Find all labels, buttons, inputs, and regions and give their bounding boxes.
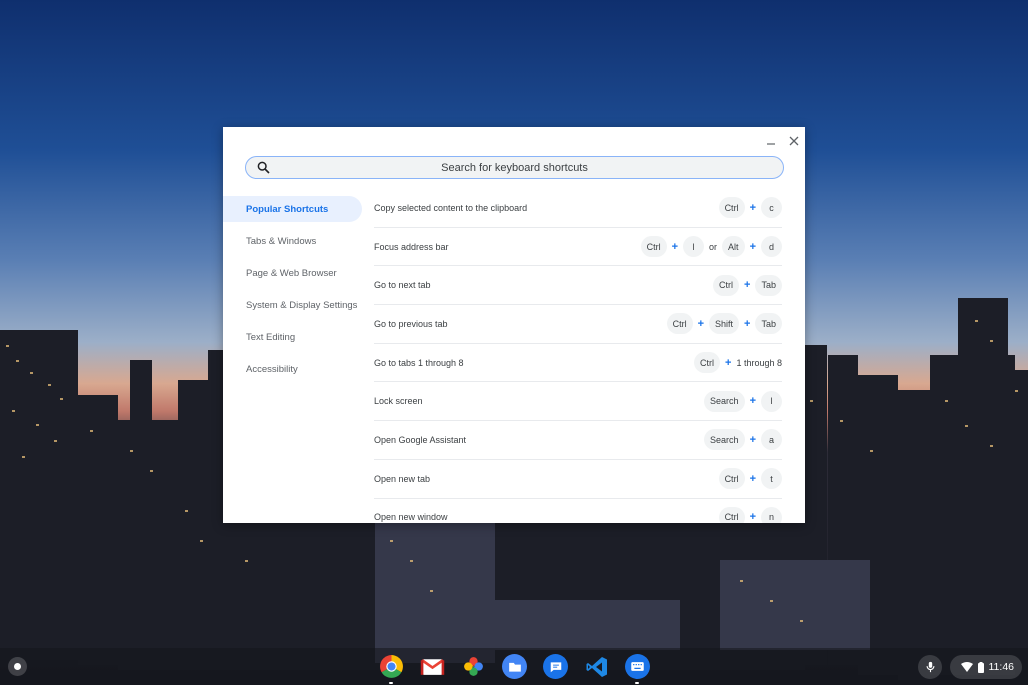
keyboard-shortcuts-dialog: Search for keyboard shortcuts Popular Sh…	[223, 127, 805, 523]
shortcut-row[interactable]: Lock screen Search + l	[374, 382, 782, 422]
sidebar-item-page-web-browser[interactable]: Page & Web Browser	[223, 260, 362, 286]
shortcut-keys: Ctrl + Shift + Tab	[666, 313, 782, 335]
sidebar-item-accessibility[interactable]: Accessibility	[223, 356, 362, 382]
shortcut-keys: Search + a	[704, 429, 782, 451]
key-chip: Shift	[709, 313, 740, 335]
plus-sign: +	[697, 317, 705, 330]
microphone-button[interactable]	[918, 655, 942, 679]
plus-sign: +	[749, 395, 756, 408]
shortcut-row[interactable]: Open new tab Ctrl + t	[374, 460, 782, 499]
shortcut-description: Open new window	[374, 512, 448, 523]
status-area[interactable]: 11:46	[950, 655, 1022, 679]
key-chip: Ctrl	[694, 352, 721, 374]
shortcut-description: Go to previous tab	[374, 318, 448, 329]
minimize-icon[interactable]	[761, 131, 781, 151]
search-icon	[257, 161, 270, 174]
category-sidebar: Popular Shortcuts Tabs & Windows Page & …	[223, 196, 362, 388]
plus-sign: +	[671, 240, 679, 253]
key-chip: Ctrl	[713, 274, 740, 296]
launcher-button[interactable]	[8, 657, 27, 676]
sidebar-item-text-editing[interactable]: Text Editing	[223, 324, 362, 350]
shortcut-description: Copy selected content to the clipboard	[374, 202, 528, 213]
key-chip: c	[761, 197, 782, 219]
shortcut-keys: Ctrl + 1 through 8	[694, 352, 782, 374]
sidebar-item-system-display-settings[interactable]: System & Display Settings	[223, 292, 362, 318]
close-icon[interactable]	[784, 131, 804, 151]
key-chip: Ctrl	[640, 236, 667, 258]
plus-sign: +	[725, 356, 732, 369]
photos-icon[interactable]	[461, 654, 486, 679]
gmail-icon[interactable]	[420, 654, 445, 679]
key-chip: Tab	[755, 274, 782, 296]
sidebar-item-popular-shortcuts[interactable]: Popular Shortcuts	[223, 196, 362, 222]
shortcut-description: Open new tab	[374, 473, 431, 484]
key-chip: d	[761, 236, 782, 258]
shortcut-row[interactable]: Open Google Assistant Search + a	[374, 421, 782, 460]
key-range-text: 1 through 8	[736, 357, 782, 368]
launcher-icon	[14, 663, 21, 670]
shelf: 11:46	[0, 648, 1028, 685]
shortcut-description: Lock screen	[374, 396, 423, 407]
shortcut-description: Focus address bar	[374, 241, 449, 252]
shortcut-description: Go to next tab	[374, 280, 431, 291]
sidebar-item-tabs-windows[interactable]: Tabs & Windows	[223, 228, 362, 254]
plus-sign: +	[749, 201, 756, 214]
key-chip: Ctrl	[666, 313, 693, 335]
shortcut-keys: Ctrl + t	[718, 468, 782, 490]
key-chip: Tab	[755, 313, 782, 335]
shortcut-row[interactable]: Go to previous tab Ctrl + Shift + Tab	[374, 305, 782, 344]
shortcut-keys: Ctrl + c	[718, 197, 782, 219]
plus-sign: +	[749, 240, 756, 253]
plus-sign: +	[744, 317, 751, 330]
shortcut-keys: Ctrl + l or Alt + d	[640, 236, 782, 258]
shortcut-row[interactable]: Copy selected content to the clipboard C…	[374, 189, 782, 228]
chrome-icon[interactable]	[379, 654, 404, 679]
plus-sign: +	[744, 279, 751, 292]
messages-icon[interactable]	[543, 654, 568, 679]
shortcut-row[interactable]: Go to next tab Ctrl + Tab	[374, 266, 782, 306]
key-chip: t	[761, 468, 782, 490]
key-chip: n	[761, 506, 782, 523]
shortcut-description: Go to tabs 1 through 8	[374, 357, 464, 368]
key-chip: Ctrl	[718, 197, 745, 219]
shortcut-row[interactable]: Go to tabs 1 through 8 Ctrl + 1 through …	[374, 344, 782, 383]
shortcut-keys: Search + l	[704, 390, 782, 412]
shortcut-row[interactable]: Focus address bar Ctrl + l or Alt + d	[374, 228, 782, 267]
key-chip: l	[683, 236, 705, 258]
key-chip: Ctrl	[718, 468, 745, 490]
key-chip: Search	[704, 390, 745, 412]
keyboard-shortcuts-icon[interactable]	[625, 654, 650, 679]
vscode-icon[interactable]	[584, 654, 609, 679]
battery-icon	[977, 661, 984, 673]
clock-time: 11:46	[988, 661, 1015, 673]
search-placeholder: Search for keyboard shortcuts	[441, 161, 588, 174]
shortcut-description: Open Google Assistant	[374, 434, 467, 445]
shortcut-row[interactable]: Open new window Ctrl + n	[374, 499, 782, 523]
running-indicator	[389, 682, 393, 684]
microphone-icon	[926, 661, 934, 673]
search-input[interactable]: Search for keyboard shortcuts	[245, 156, 784, 179]
shortcut-keys: Ctrl + Tab	[713, 274, 782, 296]
plus-sign: +	[749, 433, 756, 446]
wifi-icon	[960, 662, 973, 672]
shortcut-list: Copy selected content to the clipboard C…	[374, 189, 782, 523]
key-chip: a	[761, 429, 782, 451]
shortcut-keys: Ctrl + n	[718, 506, 782, 523]
plus-sign: +	[749, 472, 756, 485]
key-chip: Ctrl	[718, 506, 745, 523]
key-chip: Alt	[722, 236, 745, 258]
or-separator: or	[709, 241, 718, 252]
running-indicator	[635, 682, 639, 684]
key-chip: Search	[704, 429, 745, 451]
plus-sign: +	[749, 511, 756, 523]
files-icon[interactable]	[502, 654, 527, 679]
key-chip: l	[761, 390, 782, 412]
